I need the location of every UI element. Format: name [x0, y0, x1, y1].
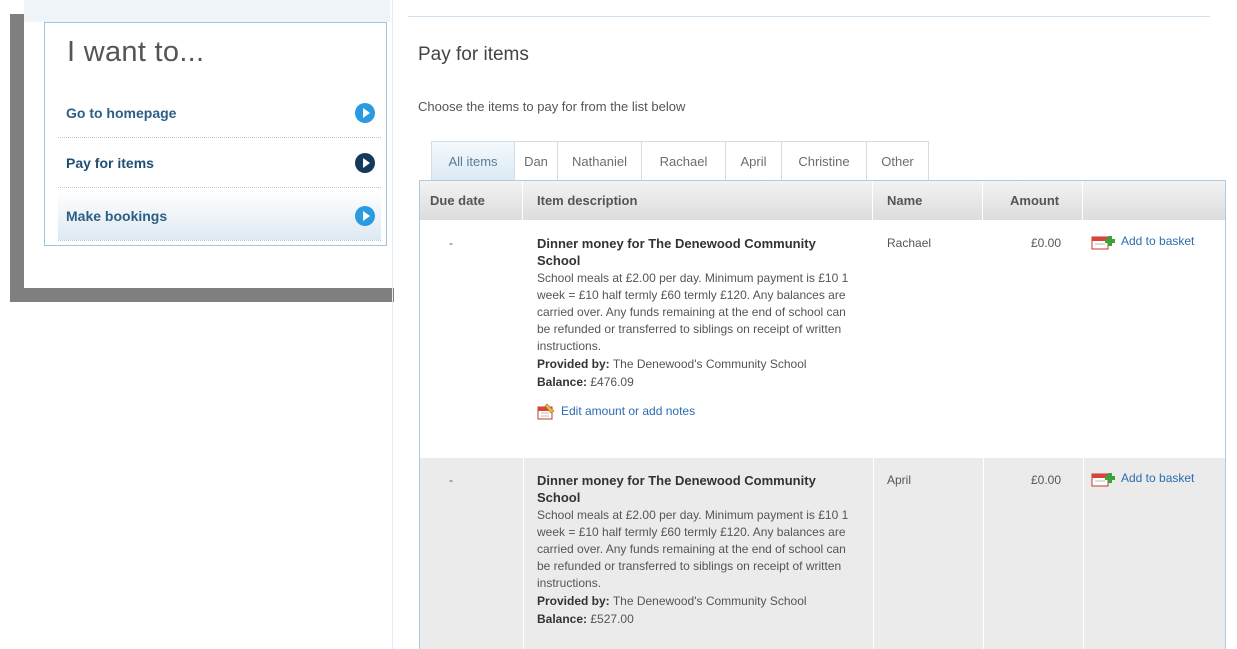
column-divider	[1083, 220, 1084, 649]
content-top-rule	[408, 16, 1210, 17]
sidebar-item-make-bookings[interactable]: Make bookings	[58, 191, 381, 241]
balance-label: Balance:	[537, 375, 588, 389]
arrow-circle-icon	[355, 205, 375, 226]
provided-by-value: The Denewood's Community School	[612, 357, 807, 371]
sidebar-item-go-to-homepage[interactable]: Go to homepage	[58, 88, 381, 138]
left-panel-top-band	[24, 0, 390, 22]
left-panel: I want to... Go to homepage Pay for item…	[24, 0, 390, 288]
due-date: -	[449, 236, 453, 250]
provided-by: Provided by: The Denewood's Community Sc…	[537, 356, 862, 373]
edit-amount-link[interactable]: Edit amount or add notes	[537, 402, 862, 420]
tab-rachael[interactable]: Rachael	[641, 141, 726, 181]
provided-by-label: Provided by:	[537, 594, 610, 608]
add-to-basket-button[interactable]: Add to basket	[1091, 469, 1194, 487]
tab-nathaniel[interactable]: Nathaniel	[557, 141, 642, 181]
i-want-to-box: I want to... Go to homepage Pay for item…	[44, 22, 387, 246]
edit-amount-label: Edit amount or add notes	[561, 404, 696, 418]
items-table: Due date Item description Name Amount - …	[419, 180, 1226, 649]
person-name: Rachael	[887, 236, 932, 250]
arrow-circle-icon	[355, 152, 375, 173]
sidebar-item-label: Make bookings	[66, 207, 168, 224]
provided-by-label: Provided by:	[537, 357, 610, 371]
item-details: School meals at £2.00 per day. Minimum p…	[537, 271, 849, 353]
item-details: School meals at £2.00 per day. Minimum p…	[537, 508, 849, 590]
amount: £0.00	[1031, 473, 1062, 487]
column-divider	[523, 220, 524, 649]
add-to-basket-button[interactable]: Add to basket	[1091, 232, 1194, 250]
page-subtitle: Choose the items to pay for from the lis…	[418, 99, 686, 114]
tab-christine[interactable]: Christine	[781, 141, 867, 181]
amount: £0.00	[1031, 236, 1062, 250]
item-description: Dinner money for The Denewood Community …	[537, 235, 862, 420]
column-divider	[873, 220, 874, 649]
panel-shadow-left	[10, 14, 24, 302]
balance-value: £476.09	[590, 375, 634, 389]
balance-value: £527.00	[590, 612, 634, 626]
table-row: - Dinner money for The Denewood Communit…	[420, 220, 1225, 458]
column-divider	[983, 220, 984, 649]
item-description: Dinner money for The Denewood Community …	[537, 472, 862, 628]
item-title: Dinner money for The Denewood Community …	[537, 473, 816, 505]
add-to-basket-label: Add to basket	[1121, 471, 1195, 485]
sidebar-item-pay-for-items[interactable]: Pay for items	[58, 138, 381, 188]
tab-april[interactable]: April	[725, 141, 782, 181]
balance: Balance: £476.09	[537, 374, 862, 391]
sidebar-item-label: Pay for items	[66, 154, 154, 171]
tab-other[interactable]: Other	[866, 141, 929, 181]
table-header: Due date Item description Name Amount	[420, 181, 1225, 220]
balance: Balance: £527.00	[537, 611, 862, 628]
table-row: - Dinner money for The Denewood Communit…	[420, 458, 1225, 649]
sidebar-item-label: Go to homepage	[66, 104, 177, 121]
provided-by: Provided by: The Denewood's Community Sc…	[537, 593, 862, 610]
provided-by-value: The Denewood's Community School	[612, 594, 807, 608]
add-to-basket-icon	[1091, 469, 1115, 487]
page-title: Pay for items	[418, 44, 529, 65]
tab-dan[interactable]: Dan	[514, 141, 558, 181]
person-tabs: All items Dan Nathaniel Rachael April Ch…	[431, 141, 929, 181]
arrow-circle-icon	[355, 102, 375, 123]
content-divider	[392, 0, 393, 649]
i-want-to-title: I want to...	[67, 36, 205, 68]
add-to-basket-label: Add to basket	[1121, 234, 1195, 248]
item-title: Dinner money for The Denewood Community …	[537, 236, 816, 268]
column-header-due-date: Due date	[420, 181, 523, 220]
column-header-action	[1083, 181, 1225, 220]
tab-all-items[interactable]: All items	[431, 141, 515, 181]
panel-shadow-bottom	[10, 288, 394, 302]
person-name: April	[887, 473, 912, 487]
add-to-basket-icon	[1091, 232, 1115, 250]
balance-label: Balance:	[537, 612, 588, 626]
column-header-description: Item description	[523, 181, 873, 220]
column-header-amount: Amount	[983, 181, 1083, 220]
column-header-name: Name	[873, 181, 983, 220]
due-date: -	[449, 473, 453, 487]
edit-calendar-icon	[537, 402, 555, 420]
